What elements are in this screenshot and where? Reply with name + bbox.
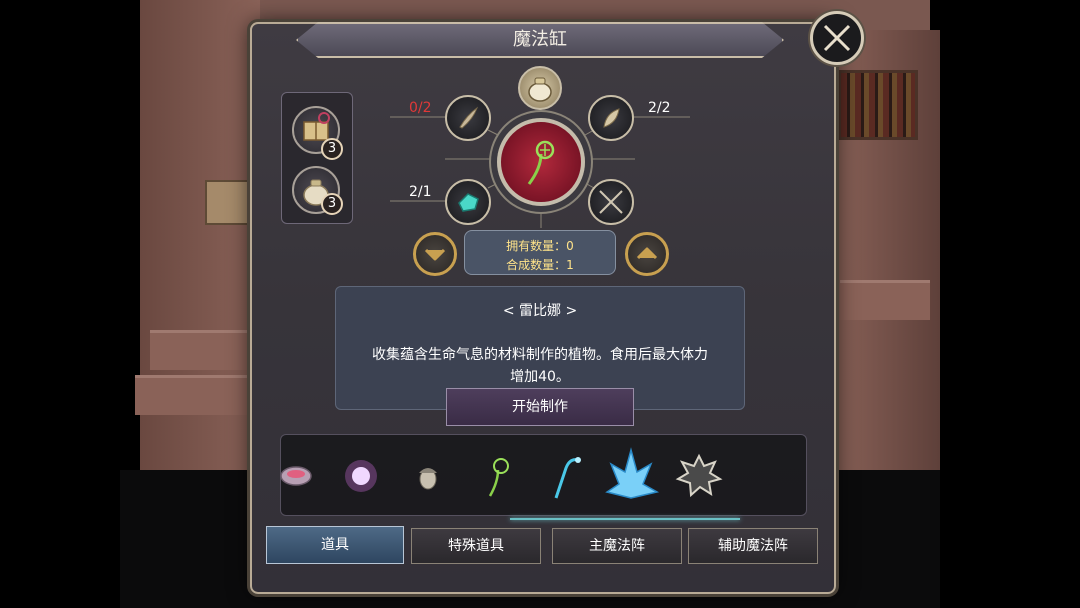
blue-wand-icon — [554, 457, 581, 499]
recipe-slot-bottom-left[interactable] — [445, 179, 491, 225]
chevron-down-icon — [424, 248, 446, 261]
feather-icon — [459, 106, 479, 129]
item-description-line: 收集蕴含生命气息的材料制作的植物。食用后最大体力 — [372, 347, 708, 363]
sack-icon — [528, 77, 552, 102]
acorn-icon — [419, 468, 437, 490]
material-item[interactable] — [601, 446, 661, 506]
tab-main-magic-circle[interactable]: 主魔法阵 — [552, 528, 682, 564]
bookshelf — [838, 70, 918, 140]
owned-quantity-label: 拥有数量：0 — [506, 239, 574, 253]
ice-crystal-icon — [605, 447, 660, 499]
stair-step — [135, 375, 255, 415]
chevron-up-icon — [636, 247, 658, 260]
material-item[interactable] — [398, 446, 458, 506]
recipe-slot-top-right[interactable] — [588, 95, 634, 141]
crystal-gem-icon — [458, 193, 479, 212]
owned-count-badge: 3 — [321, 193, 343, 215]
result-item-slot[interactable] — [497, 118, 585, 206]
increase-quantity-button[interactable] — [625, 232, 669, 276]
slot-ratio-top-right: 2/2 — [648, 100, 671, 116]
item-name: < 雷比娜 > — [502, 303, 578, 319]
bowl-icon — [280, 466, 312, 486]
sprout-plant-icon — [488, 458, 509, 497]
item-description: 收集蕴含生命气息的材料制作的植物。食用后最大体力 增加40。 — [350, 344, 730, 388]
sprout-plant-icon — [527, 140, 555, 185]
owned-count-badge: 3 — [321, 138, 343, 160]
close-button[interactable] — [810, 11, 864, 65]
item-description-line: 增加40。 — [510, 369, 570, 385]
tab-special-items[interactable]: 特殊道具 — [411, 528, 541, 564]
stair-step — [150, 330, 260, 370]
panel-title: 魔法缸 — [513, 29, 567, 50]
craft-quantity-label: 合成数量：1 — [506, 258, 574, 272]
tab-auxiliary-magic-circle[interactable]: 辅助魔法阵 — [688, 528, 818, 564]
recipe-slot-bottom-right[interactable] — [588, 179, 634, 225]
recipe-slot-top-left[interactable] — [445, 95, 491, 141]
decrease-quantity-button[interactable] — [413, 232, 457, 276]
start-craft-button[interactable]: 开始制作 — [446, 388, 634, 426]
empty-x-icon — [599, 190, 623, 214]
tab-items[interactable]: 道具 — [266, 526, 404, 564]
material-item[interactable] — [468, 446, 528, 506]
spiky-ore-icon — [675, 453, 723, 498]
material-item[interactable] — [331, 446, 391, 506]
material-item[interactable] — [536, 446, 596, 506]
recipe-slot-top[interactable] — [518, 66, 562, 110]
leaf-icon — [603, 108, 620, 128]
slot-ratio-top-left: 0/2 — [409, 100, 432, 116]
stair-step — [840, 280, 930, 320]
close-icon — [823, 24, 851, 52]
glowing-orb-icon — [345, 460, 377, 492]
material-item[interactable] — [268, 446, 328, 506]
material-item[interactable] — [669, 446, 729, 506]
slot-ratio-bottom-left: 2/1 — [409, 184, 432, 200]
left-wall — [140, 0, 260, 490]
selection-glow — [510, 518, 740, 520]
